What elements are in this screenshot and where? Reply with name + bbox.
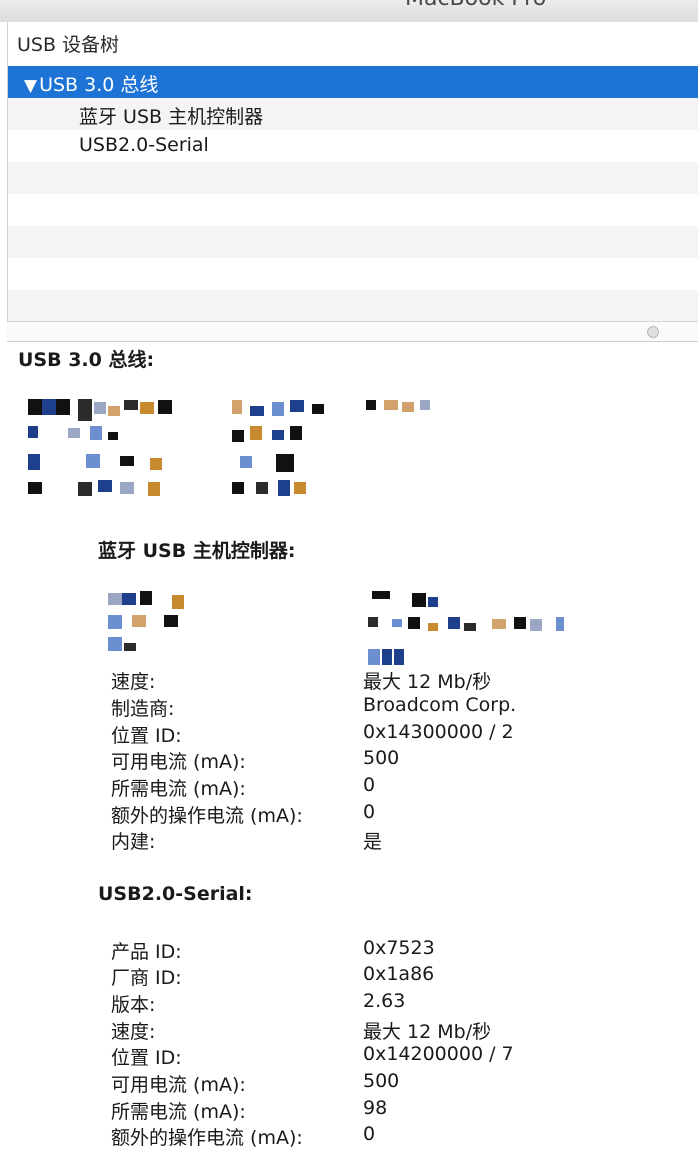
split-handle-icon[interactable] <box>647 326 659 338</box>
property-row: 可用电流 (mA): 500 <box>111 747 400 773</box>
tree-item-label: USB2.0-Serial <box>79 134 209 156</box>
property-row: 额外的操作电流 (mA): 0 <box>111 801 376 827</box>
tree-item-bluetooth-controller[interactable]: 蓝牙 USB 主机控制器 <box>8 98 698 130</box>
detail-pane: USB 3.0 总线: 蓝牙 USB 主机控制器: 速度: 最大 12 Mb/秒… <box>0 341 698 1174</box>
tree-empty-row <box>8 290 698 322</box>
device-title: 蓝牙 USB 主机控制器: <box>98 540 296 562</box>
tree-item-usb30-bus[interactable]: ▼ USB 3.0 总线 <box>8 66 698 98</box>
property-row: 厂商 ID: 0x1a86 <box>111 963 435 989</box>
window-titlebar: MacBook Pro <box>0 0 698 22</box>
tree-item-label: 蓝牙 USB 主机控制器 <box>79 106 264 128</box>
property-row: 速度: 最大 12 Mb/秒 <box>111 1021 492 1043</box>
tree-item-label: USB 3.0 总线 <box>39 74 159 96</box>
property-row: 产品 ID: 0x7523 <box>111 937 435 963</box>
tree-empty-row <box>8 194 698 226</box>
device-title: USB2.0-Serial: <box>98 883 253 905</box>
property-row: 位置 ID: 0x14300000 / 2 <box>111 721 514 747</box>
tree-item-usb-serial[interactable]: USB2.0-Serial <box>8 130 698 162</box>
window-title: MacBook Pro <box>405 0 546 11</box>
split-divider[interactable] <box>7 321 698 342</box>
tree-empty-row <box>8 258 698 290</box>
property-row: 位置 ID: 0x14200000 / 7 <box>111 1043 514 1069</box>
property-row: 可用电流 (mA): 500 <box>111 1070 400 1096</box>
tree-empty-row <box>8 226 698 258</box>
redacted-bus-info <box>28 396 448 501</box>
redacted-device-info <box>108 591 573 667</box>
property-row: 额外的操作电流 (mA): 0 <box>111 1123 376 1149</box>
property-row: 速度: 最大 12 Mb/秒 <box>111 671 492 693</box>
disclosure-triangle-icon[interactable]: ▼ <box>24 76 37 96</box>
property-row: 内建: 是 <box>111 831 383 853</box>
tree-empty-row <box>8 162 698 194</box>
property-row: 所需电流 (mA): 98 <box>111 1097 388 1123</box>
property-row: 制造商: Broadcom Corp. <box>111 694 517 720</box>
property-row: 版本: 2.63 <box>111 990 406 1016</box>
property-row: 所需电流 (mA): 0 <box>111 774 376 800</box>
tree-header: USB 设备树 <box>17 34 120 56</box>
usb-device-tree[interactable]: USB 设备树 ▼ USB 3.0 总线 蓝牙 USB 主机控制器 USB2.0-… <box>7 22 698 342</box>
detail-title: USB 3.0 总线: <box>18 349 155 371</box>
